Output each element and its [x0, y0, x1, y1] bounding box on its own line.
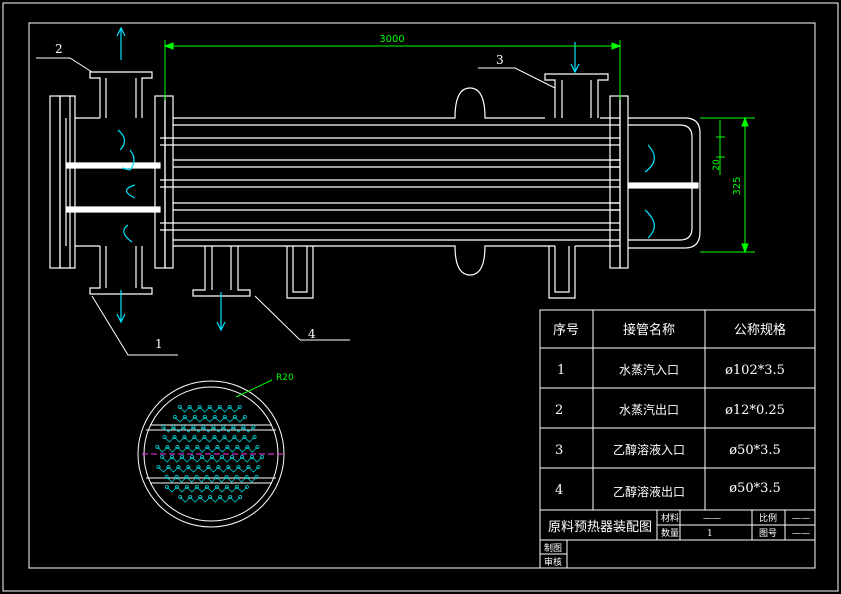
quantity-value: 1 — [707, 529, 713, 539]
dimension-lines — [163, 40, 755, 254]
support-right — [548, 246, 576, 299]
nozzle-2 — [89, 71, 153, 118]
tube-hole — [244, 484, 249, 489]
drawing-canvas: 3000 20 325 2 3 1 4 R20 序号 接管名称 公称规格 1 水… — [2, 2, 839, 592]
scale-label: 比例 — [759, 512, 777, 524]
left-tubesheet-flange — [154, 95, 166, 269]
tube-hole — [242, 414, 247, 419]
pass-partition-left-2 — [66, 206, 161, 213]
scale-value: —— — [792, 514, 810, 524]
table-row-spec: ø50*3.5 — [729, 443, 781, 458]
table-header-no: 序号 — [553, 323, 579, 338]
dim-height-label: 325 — [732, 176, 743, 195]
material-value: —— — [703, 514, 721, 524]
tube-hole — [260, 454, 265, 459]
table-header-spec: 公称规格 — [734, 322, 786, 338]
dim-baffle-label: 20 — [712, 159, 722, 171]
sheet-frame — [2, 2, 839, 592]
nozzle-1 — [89, 246, 153, 295]
shell — [173, 87, 620, 119]
flow-arrows — [116, 26, 655, 332]
callout-1: 1 — [155, 337, 163, 351]
tube-hole — [252, 434, 257, 439]
left-channel-head — [59, 95, 71, 269]
checked-by-label: 审核 — [544, 556, 562, 568]
table-row-no: 3 — [555, 443, 563, 458]
radius-label: R20 — [276, 373, 294, 383]
tube-bundle — [160, 137, 620, 231]
table-row-name: 水蒸汽入口 — [619, 362, 679, 377]
table-row-spec: ø102*3.5 — [725, 363, 785, 378]
drawn-by-label: 制图 — [544, 542, 562, 554]
table-row-spec: ø50*3.5 — [729, 481, 781, 496]
tubesheet-section — [137, 379, 285, 528]
callout-4: 4 — [308, 327, 316, 341]
table-header-name: 接管名称 — [623, 322, 675, 338]
support-left — [286, 246, 314, 299]
material-label: 材料 — [661, 512, 679, 524]
table-row-name: 乙醇溶液入口 — [613, 442, 685, 457]
callout-3: 3 — [496, 53, 504, 67]
table-row-no: 2 — [555, 403, 563, 418]
right-tubesheet-flange — [609, 95, 621, 269]
table-row-name: 乙醇溶液出口 — [613, 484, 685, 499]
table-row-no: 4 — [555, 483, 563, 498]
callout-2: 2 — [55, 42, 63, 56]
drawing-title: 原料预热器装配图 — [548, 520, 652, 535]
table-row-no: 1 — [557, 363, 565, 378]
table-row-spec: ø12*0.25 — [725, 403, 785, 418]
quantity-label: 数量 — [661, 527, 679, 539]
dim-length-label: 3000 — [379, 34, 404, 45]
nozzle-4 — [192, 246, 251, 297]
drawing-number-label: 图号 — [759, 528, 777, 539]
pass-partition-left-1 — [66, 162, 161, 169]
nozzle-3 — [544, 73, 609, 118]
pass-partition-right — [627, 182, 699, 189]
tube-hole — [238, 494, 243, 499]
heat-exchanger-elevation — [49, 71, 701, 299]
table-row-name: 水蒸汽出口 — [619, 402, 679, 417]
drawing-number-value: —— — [792, 529, 810, 539]
drawing-sheet: 3000 20 325 2 3 1 4 R20 序号 接管名称 公称规格 1 水… — [0, 0, 841, 594]
